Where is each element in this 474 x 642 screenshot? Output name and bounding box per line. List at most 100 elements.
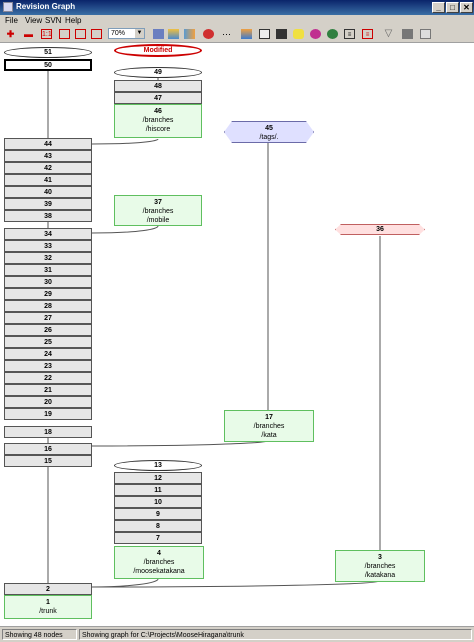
trunk-icon[interactable]: [276, 29, 287, 39]
trunk-node[interactable]: 15: [4, 455, 92, 467]
unified-diff-icon[interactable]: [75, 29, 86, 39]
mobile-path1: /branches: [142, 208, 174, 215]
more-icon[interactable]: ⋯: [221, 29, 232, 39]
trunk-node[interactable]: 43: [4, 150, 92, 162]
trunk-node[interactable]: 40: [4, 186, 92, 198]
moose-rev-node[interactable]: 10: [114, 496, 202, 508]
moose-rev-node[interactable]: 8: [114, 520, 202, 532]
deleted-branch-node[interactable]: 36: [335, 224, 425, 235]
collapse-all-icon[interactable]: ▬: [23, 29, 34, 39]
svn-icon[interactable]: ≡: [344, 29, 355, 39]
menu-svn[interactable]: SVN: [45, 16, 61, 25]
katakana-path1: /branches: [364, 563, 396, 570]
trunk-node[interactable]: 16: [4, 443, 92, 455]
trunk-node[interactable]: 34: [4, 228, 92, 240]
hiscore-rev-node[interactable]: 48: [114, 80, 202, 92]
rev-51-node[interactable]: 51: [4, 47, 92, 58]
oldest-top-icon[interactable]: [184, 29, 195, 39]
graph-canvas[interactable]: 51 50 44 43 42 41 40 39 38 34 33 32 31 3…: [0, 43, 474, 626]
hiscore-path1: /branches: [142, 117, 174, 124]
moose-path2: /moosekatakana: [133, 568, 185, 575]
expand-all-icon[interactable]: ✚: [5, 29, 16, 39]
tag-icon[interactable]: [293, 29, 304, 39]
layout-icon[interactable]: [153, 29, 164, 39]
chevron-down-icon[interactable]: ▼: [135, 29, 144, 38]
rev-49-node[interactable]: 49: [114, 67, 202, 78]
menu-view[interactable]: View: [25, 16, 42, 25]
compare-head-icon[interactable]: [91, 29, 102, 39]
trunk-root-node[interactable]: 1 /trunk: [4, 595, 92, 619]
moose-rev: 4: [157, 550, 161, 557]
katakana-rev: 3: [378, 554, 382, 561]
trunk-node[interactable]: 23: [4, 360, 92, 372]
trunk-node[interactable]: 2: [4, 583, 92, 595]
toolbar: ✚ ▬ 1:1 70% ▼ ⋯ ≡ ≡ ▽: [0, 26, 474, 43]
trunk-node[interactable]: 38: [4, 210, 92, 222]
trunk-node[interactable]: 30: [4, 276, 92, 288]
remove-deleted-icon[interactable]: [310, 29, 321, 39]
fold-tags-icon[interactable]: [259, 29, 270, 39]
trunk-root-rev: 1: [46, 599, 50, 606]
katakana-branch-node[interactable]: 3 /branches /katakana: [335, 550, 425, 582]
trunk-node[interactable]: 39: [4, 198, 92, 210]
mobile-path2: /mobile: [146, 217, 170, 224]
diff-icon[interactable]: [59, 29, 70, 39]
modified-node[interactable]: Modified: [114, 44, 202, 57]
trunk-node[interactable]: 19: [4, 408, 92, 420]
mobile-branch-node[interactable]: 37 /branches /mobile: [114, 195, 202, 226]
trunk-node[interactable]: 20: [4, 396, 92, 408]
status-node-count: Showing 48 nodes: [2, 629, 77, 640]
katakana-path2: /katakana: [364, 572, 396, 579]
window-title: Revision Graph: [16, 2, 76, 11]
trunk-node[interactable]: 22: [4, 372, 92, 384]
wc-icon[interactable]: ≡: [362, 29, 373, 39]
split-branches-icon[interactable]: [241, 29, 252, 39]
minimize-button[interactable]: _: [432, 2, 445, 13]
trunk-node[interactable]: 21: [4, 384, 92, 396]
trunk-node[interactable]: 28: [4, 300, 92, 312]
zoom-value: 70%: [111, 30, 126, 37]
tag-node[interactable]: 45 /tags/.: [224, 121, 314, 143]
trunk-node[interactable]: 27: [4, 312, 92, 324]
compare-icon[interactable]: 1:1: [41, 29, 52, 39]
maximize-button[interactable]: □: [446, 2, 459, 13]
trunk-node[interactable]: 18: [4, 426, 92, 438]
mobile-rev: 37: [154, 199, 162, 206]
app-icon: [3, 2, 13, 12]
trunk-node[interactable]: 26: [4, 324, 92, 336]
trunk-node[interactable]: 24: [4, 348, 92, 360]
trunk-node[interactable]: 33: [4, 240, 92, 252]
trunk-node[interactable]: 42: [4, 162, 92, 174]
filter-icon[interactable]: ▽: [383, 29, 394, 39]
moose-rev-node[interactable]: 7: [114, 532, 202, 544]
legend-icon[interactable]: [402, 29, 413, 39]
link-moose: [91, 578, 159, 588]
rev-50-node[interactable]: 50: [4, 59, 92, 71]
trunk-node[interactable]: 32: [4, 252, 92, 264]
kata-path2: /kata: [261, 432, 277, 439]
trunk-node[interactable]: 25: [4, 336, 92, 348]
close-button[interactable]: ✕: [460, 2, 473, 13]
hiscore-rev-node[interactable]: 47: [114, 92, 202, 104]
hiscore-path2: /hiscore: [145, 126, 171, 133]
status-bar: Showing 48 nodes Showing graph for C:\Pr…: [0, 626, 474, 642]
show-all-icon[interactable]: [203, 29, 214, 39]
moose-rev-node[interactable]: 12: [114, 472, 202, 484]
rev-13-node[interactable]: 13: [114, 460, 202, 471]
menu-file[interactable]: File: [5, 16, 18, 25]
menu-help[interactable]: Help: [65, 16, 81, 25]
hiscore-branch-node[interactable]: 46 /branches /hiscore: [114, 104, 202, 138]
trunk-node[interactable]: 44: [4, 138, 92, 150]
options-icon[interactable]: [420, 29, 431, 39]
moose-branch-node[interactable]: 4 /branches /moosekatakana: [114, 546, 204, 579]
remove-merged-icon[interactable]: [327, 29, 338, 39]
kata-branch-node[interactable]: 17 /branches /kata: [224, 410, 314, 442]
group-branches-icon[interactable]: [168, 29, 179, 39]
trunk-node[interactable]: 31: [4, 264, 92, 276]
moose-rev-node[interactable]: 9: [114, 508, 202, 520]
trunk-node[interactable]: 29: [4, 288, 92, 300]
hiscore-rev: 46: [154, 108, 162, 115]
moose-rev-node[interactable]: 11: [114, 484, 202, 496]
zoom-select[interactable]: 70% ▼: [108, 28, 145, 39]
trunk-node[interactable]: 41: [4, 174, 92, 186]
